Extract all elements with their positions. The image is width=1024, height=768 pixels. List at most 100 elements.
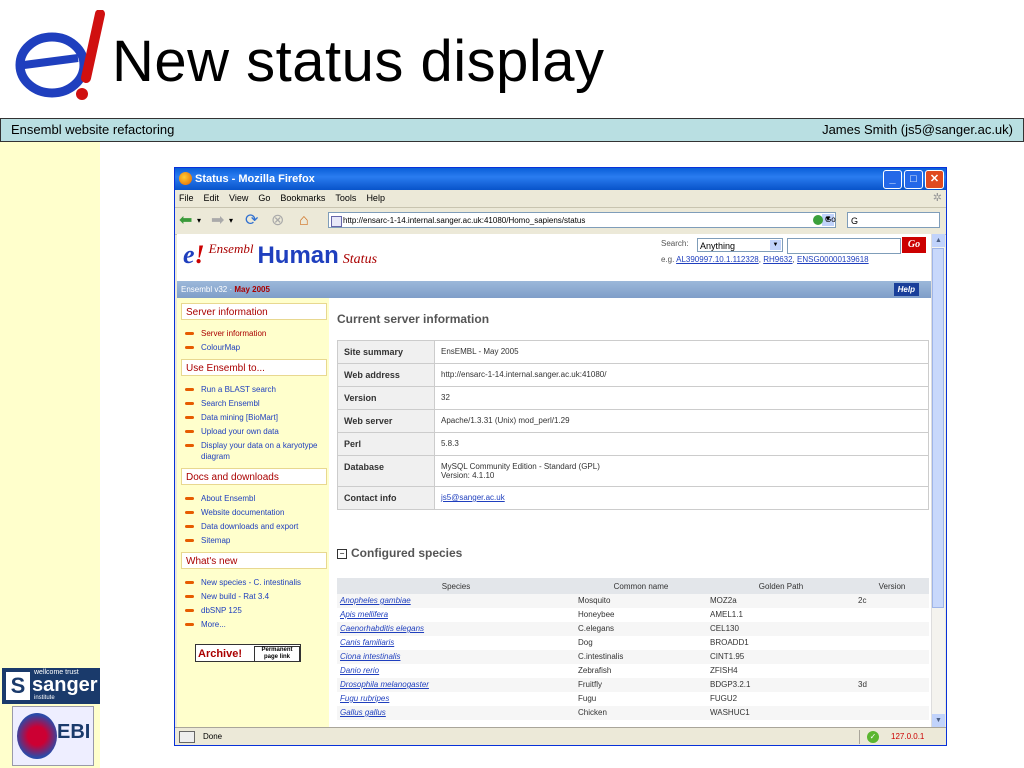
subtitle-left: Ensembl website refactoring <box>11 122 175 137</box>
sidebar-item[interactable]: Run a BLAST search <box>183 384 329 395</box>
menu-go[interactable]: Go <box>258 190 270 207</box>
search-type-select[interactable]: Anything ▼ <box>697 238 783 252</box>
species-link[interactable]: Danio rerio <box>340 666 379 675</box>
scroll-down-icon[interactable]: ▼ <box>932 714 945 727</box>
species-link[interactable]: Caenorhabditis elegans <box>340 624 424 633</box>
sidebar-item[interactable]: Website documentation <box>183 507 329 518</box>
species-link[interactable]: Anopheles gambiae <box>340 596 411 605</box>
back-dropdown-icon[interactable]: ▾ <box>197 212 201 230</box>
firefox-window: Status - Mozilla Firefox _ □ ✕ File Edit… <box>174 167 947 746</box>
firefox-icon <box>179 172 192 185</box>
species-cell: Apis mellifera <box>337 608 575 622</box>
search-eg-prefix: e.g. <box>661 255 675 264</box>
species-cell: Fugu rubripes <box>337 692 575 706</box>
menu-view[interactable]: View <box>229 190 248 207</box>
search-go-button[interactable]: Go <box>902 237 926 253</box>
collapse-icon[interactable]: − <box>337 549 347 559</box>
search-example-link[interactable]: ENSG00000139618 <box>797 255 869 264</box>
info-value: MySQL Community Edition - Standard (GPL)… <box>434 455 929 487</box>
window-titlebar[interactable]: Status - Mozilla Firefox _ □ ✕ <box>175 168 946 190</box>
stop-button[interactable]: ⊗ <box>271 212 284 230</box>
database-version: Version: 4.1.10 <box>441 471 495 480</box>
species-link[interactable]: Fugu rubripes <box>340 694 389 703</box>
golden-path-cell: AMEL1.1 <box>710 610 743 619</box>
column-header[interactable]: Common name <box>575 578 707 594</box>
sidebar-item[interactable]: More... <box>183 619 329 630</box>
maximize-button[interactable]: □ <box>904 170 923 189</box>
sidebar-item[interactable]: Data mining [BioMart] <box>183 412 329 423</box>
version-cell <box>855 650 929 664</box>
go-button[interactable]: Go <box>813 215 836 225</box>
sidebar-item[interactable]: Server information <box>183 328 329 339</box>
check-icon: ✓ <box>867 731 879 743</box>
info-value: js5@sanger.ac.uk <box>434 486 929 510</box>
table-row: Canis familiaris Dog BROADD1 <box>337 636 929 650</box>
sidebar-item[interactable]: About Ensembl <box>183 493 329 504</box>
sidebar-item[interactable]: Data downloads and export <box>183 521 329 532</box>
info-key: Site summary <box>337 340 435 364</box>
menu-edit[interactable]: Edit <box>204 190 220 207</box>
table-row: Web address http://ensarc-1-14.internal.s… <box>337 363 929 387</box>
status-ip: 127.0.0.1 <box>891 732 925 741</box>
sidebar-item[interactable]: Display your data on a karyotype diagram <box>183 440 329 462</box>
sidebar-item[interactable]: Sitemap <box>183 535 329 546</box>
archive-link-button[interactable]: Archive! Permanent page link <box>195 644 301 662</box>
sidebar-item[interactable]: dbSNP 125 <box>183 605 329 616</box>
common-name-cell: Honeybee <box>578 610 615 619</box>
reload-button[interactable]: ⟳ <box>245 212 258 230</box>
home-button[interactable]: ⌂ <box>299 212 309 230</box>
species-link[interactable]: Apis mellifera <box>340 610 388 619</box>
sidebar-item[interactable]: New build - Rat 3.4 <box>183 591 329 602</box>
common-name-cell: C.elegans <box>575 622 707 636</box>
common-name-cell: Mosquito <box>575 594 707 608</box>
search-example-link[interactable]: AL390997.10.1.112328 <box>676 255 759 264</box>
ebi-text: EBI <box>57 721 91 743</box>
forward-dropdown-icon[interactable]: ▾ <box>229 212 233 230</box>
ensembl-logo[interactable]: e! Ensembl Human Status <box>183 240 377 270</box>
page-icon <box>331 216 342 227</box>
forward-button[interactable]: ➡ <box>211 212 224 230</box>
sidebar-item[interactable]: New species - C. intestinalis <box>183 577 329 588</box>
url-input[interactable]: http://ensarc-1-14.internal.sanger.ac.uk… <box>328 212 836 228</box>
search-input[interactable] <box>787 238 901 254</box>
close-button[interactable]: ✕ <box>925 170 944 189</box>
search-label: Search: <box>661 239 689 248</box>
species-link[interactable]: Canis familiaris <box>340 638 394 647</box>
google-icon: G <box>851 216 859 226</box>
menu-bookmarks[interactable]: Bookmarks <box>280 190 325 207</box>
sidebar-item[interactable]: Upload your own data <box>183 426 329 437</box>
contact-email-link[interactable]: js5@sanger.ac.uk <box>441 493 505 502</box>
column-header[interactable]: Species <box>337 578 575 594</box>
google-search-input[interactable]: G <box>847 212 940 228</box>
ebi-globe-icon <box>17 713 57 759</box>
menu-help[interactable]: Help <box>366 190 385 207</box>
species-link[interactable]: Drosophila melanogaster <box>340 680 429 689</box>
sidebar-item[interactable]: Search Ensembl <box>183 398 329 409</box>
vertical-scrollbar[interactable]: ▲ ▼ <box>931 234 945 727</box>
sidebar-item[interactable]: ColourMap <box>183 342 329 353</box>
help-button[interactable]: Help <box>893 283 919 296</box>
species-link[interactable]: Ciona intestinalis <box>340 652 400 661</box>
menu-file[interactable]: File <box>179 190 194 207</box>
golden-path-cell: BROADD1 <box>710 638 749 647</box>
back-button[interactable]: ⬅ <box>179 212 192 230</box>
configured-species-heading[interactable]: − Configured species <box>337 546 462 560</box>
species-link[interactable]: Gallus gallus <box>340 708 386 717</box>
status-divider <box>859 730 860 744</box>
info-key: Web address <box>337 363 435 387</box>
minimize-button[interactable]: _ <box>883 170 902 189</box>
version-cell <box>855 692 929 706</box>
golden-path-cell: CINT1.95 <box>707 650 855 664</box>
scroll-up-icon[interactable]: ▲ <box>932 234 945 247</box>
version-cell <box>855 622 929 636</box>
version-cell <box>855 664 929 678</box>
throbber-icon: ✲ <box>932 192 942 204</box>
database-name: MySQL Community Edition - Standard (GPL) <box>441 462 600 471</box>
logo-bang: ! <box>194 240 205 269</box>
column-header[interactable]: Golden Path <box>707 578 855 594</box>
version-cell: 2c <box>855 594 929 608</box>
scroll-thumb[interactable] <box>932 248 944 608</box>
search-example-link[interactable]: RH9632 <box>763 255 792 264</box>
column-header[interactable]: Version <box>855 578 929 594</box>
menu-tools[interactable]: Tools <box>335 190 356 207</box>
